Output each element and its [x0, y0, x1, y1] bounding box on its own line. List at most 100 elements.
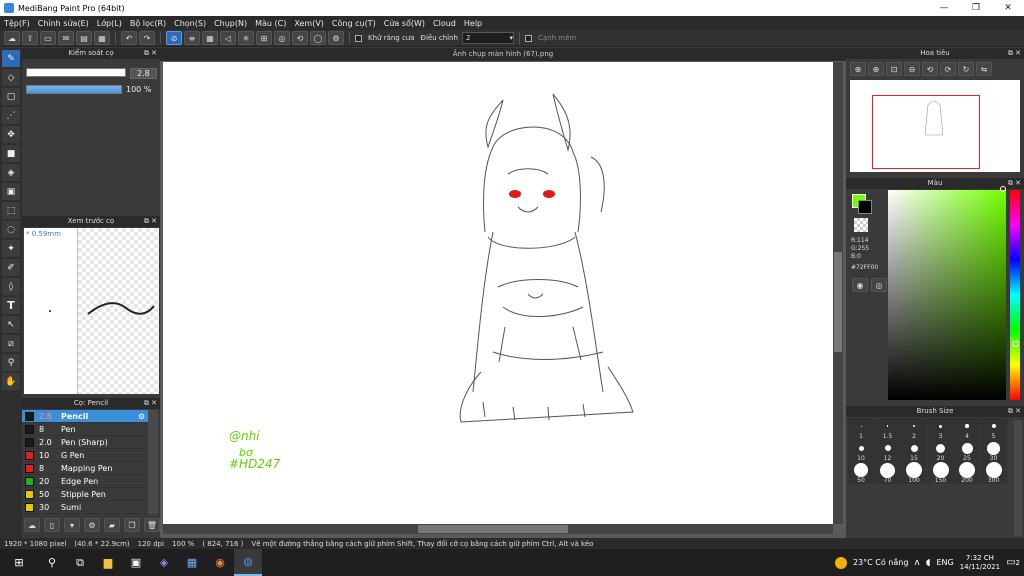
eraser-tool-icon[interactable]: ◇ [2, 69, 20, 86]
calculator-icon[interactable]: ▦ [178, 549, 206, 576]
copy-brush-icon[interactable]: ❐ [124, 518, 140, 532]
background-color-swatch[interactable] [858, 200, 872, 214]
menu-file[interactable]: Tệp(F) [0, 19, 34, 28]
brush-size-cell[interactable]: 200 [954, 462, 980, 484]
parallel-snap-icon[interactable]: ≡ [184, 31, 200, 45]
grid-icon[interactable]: ▦ [94, 31, 110, 45]
close-button[interactable]: ✕ [992, 3, 1024, 13]
brush-opacity-slider[interactable] [26, 85, 122, 94]
add-brush-icon[interactable]: ▾ [64, 518, 80, 532]
canvas-vertical-scrollbar[interactable] [833, 62, 843, 524]
brush-list-item[interactable]: 10 G Pen [22, 449, 148, 462]
notification-icon[interactable]: ▭ [1006, 557, 1015, 568]
brush-list-item[interactable]: 50 Stipple Pen [22, 488, 148, 501]
menu-cloud[interactable]: Cloud [429, 19, 460, 28]
color-saturation-field[interactable] [888, 190, 1006, 400]
chat-icon[interactable]: ✉ [58, 31, 74, 45]
brush-size-cell[interactable]: 70 [874, 462, 901, 484]
brush-list-item[interactable]: 20 Edge Pen [22, 475, 148, 488]
drawing-canvas[interactable]: @nhi bơ #HD247 [163, 62, 833, 524]
radial-snap-icon[interactable]: ✳ [238, 31, 254, 45]
panel-close-icon[interactable]: ⧉ ✕ [1008, 406, 1021, 417]
menu-help[interactable]: Help [460, 19, 486, 28]
comment-icon[interactable]: ▭ [40, 31, 56, 45]
menu-select[interactable]: Chọn(S) [170, 19, 210, 28]
snap-off-icon[interactable]: ⊘ [166, 31, 182, 45]
rotate-left-icon[interactable]: ⟲ [922, 62, 938, 76]
cross-snap-icon[interactable]: ▦ [202, 31, 218, 45]
brush-size-cell[interactable]: 4 [954, 418, 980, 440]
soft-edge-checkbox[interactable] [525, 34, 532, 42]
brush-size-cell[interactable]: 25 [954, 440, 980, 462]
brush-size-cell[interactable]: 20 [927, 440, 954, 462]
magic-wand-tool-icon[interactable]: ✦ [2, 240, 20, 257]
minimize-button[interactable]: — [928, 3, 960, 13]
maximize-button[interactable]: ❐ [960, 3, 992, 13]
brush-size-cell[interactable]: 1.5 [874, 418, 901, 440]
file-explorer-icon[interactable]: ▆ [94, 549, 122, 576]
brush-size-cell[interactable]: 15 [901, 440, 927, 462]
panel-close-icon[interactable]: ⧉ ✕ [1008, 178, 1021, 189]
network-icon[interactable]: ʌ [914, 558, 919, 568]
brush-size-scrollbar[interactable] [1014, 420, 1022, 536]
brush-settings-gear-icon[interactable]: ⚙ [138, 412, 145, 421]
brush-size-cell[interactable]: 300 [980, 462, 1007, 484]
panel-close-icon[interactable]: ⧉ ✕ [1008, 48, 1021, 59]
brush-list-scrollbar[interactable] [148, 410, 158, 514]
reset-rotate-icon[interactable]: ↻ [958, 62, 974, 76]
taskbar-time[interactable]: 7:32 CH [960, 554, 1000, 563]
brush-settings-icon[interactable]: ⚙ [84, 518, 100, 532]
lasso-tool-icon[interactable]: ◌ [2, 221, 20, 238]
weather-text[interactable]: 23°C Có nắng [853, 558, 908, 567]
taskbar-date[interactable]: 14/11/2021 [960, 563, 1000, 572]
rect-tool-icon[interactable]: ▢ [2, 88, 20, 105]
menu-edit[interactable]: Chỉnh sửa(E) [34, 19, 93, 28]
document-tab[interactable]: Ảnh chụp màn hình (67).png [160, 48, 846, 61]
flip-icon[interactable]: ⇋ [976, 62, 992, 76]
task-view-icon[interactable]: ⧉ [66, 549, 94, 576]
menu-view[interactable]: Xem(V) [290, 19, 328, 28]
brush-size-cell[interactable]: 3 [927, 418, 954, 440]
zoom-in-icon[interactable]: ⊕ [850, 62, 866, 76]
language-indicator[interactable]: ENG [936, 558, 953, 567]
menu-tools[interactable]: Công cụ(T) [328, 19, 380, 28]
menu-snap[interactable]: Chụp(N) [210, 19, 251, 28]
brush-size-cell[interactable]: 2 [901, 418, 927, 440]
palette-add-icon[interactable]: ◎ [871, 278, 887, 292]
zoom-in-alt-icon[interactable]: ⊕ [868, 62, 884, 76]
cloud-brush-icon[interactable]: ☁ [24, 518, 40, 532]
ellipse-snap-icon[interactable]: ◯ [310, 31, 326, 45]
rotate-right-icon[interactable]: ⟳ [940, 62, 956, 76]
layout-icon[interactable]: ▤ [76, 31, 92, 45]
hue-slider-knob[interactable] [1012, 340, 1019, 347]
text-tool-icon[interactable]: T [2, 297, 20, 314]
brush-size-cell[interactable]: 12 [874, 440, 901, 462]
zoom-out-icon[interactable]: ⊖ [904, 62, 920, 76]
move-tool-icon[interactable]: ✥ [2, 126, 20, 143]
search-icon[interactable]: ⚲ [38, 549, 66, 576]
circle-snap-icon[interactable]: ◎ [274, 31, 290, 45]
navigator-thumbnail[interactable] [850, 80, 1020, 172]
brush-size-slider[interactable] [26, 68, 126, 77]
dot-tool-icon[interactable]: ⋰ [2, 107, 20, 124]
brush-list-item[interactable]: 8 Pen [22, 423, 148, 436]
folder-icon[interactable]: ▰ [104, 518, 120, 532]
brush-size-cell[interactable]: 30 [980, 440, 1007, 462]
hand-tool-icon[interactable]: ✋ [2, 373, 20, 390]
menu-window[interactable]: Cửa sổ(W) [380, 19, 429, 28]
windows-start-icon[interactable]: ⊞ [0, 549, 38, 576]
brush-list-item[interactable]: 2.0 Pen (Sharp) [22, 436, 148, 449]
brush-size-cell[interactable]: 1 [848, 418, 874, 440]
divide-tool-icon[interactable]: ⧄ [2, 335, 20, 352]
fill-rect-tool-icon[interactable]: ■ [2, 145, 20, 162]
brush-size-cell[interactable]: 50 [848, 462, 874, 484]
delete-brush-icon[interactable]: 🗑 [144, 518, 160, 532]
transparent-color-swatch[interactable] [854, 218, 868, 232]
brush-size-cell[interactable]: 10 [848, 440, 874, 462]
menu-filter[interactable]: Bộ lọc(R) [126, 19, 170, 28]
vanishing-snap-icon[interactable]: ◁ [220, 31, 236, 45]
undo-icon[interactable]: ↶ [121, 31, 137, 45]
canvas-horizontal-scrollbar[interactable] [163, 524, 833, 534]
panel-close-icon[interactable]: ⧉ ✕ [144, 216, 157, 227]
brush-size-cell[interactable]: 150 [927, 462, 954, 484]
